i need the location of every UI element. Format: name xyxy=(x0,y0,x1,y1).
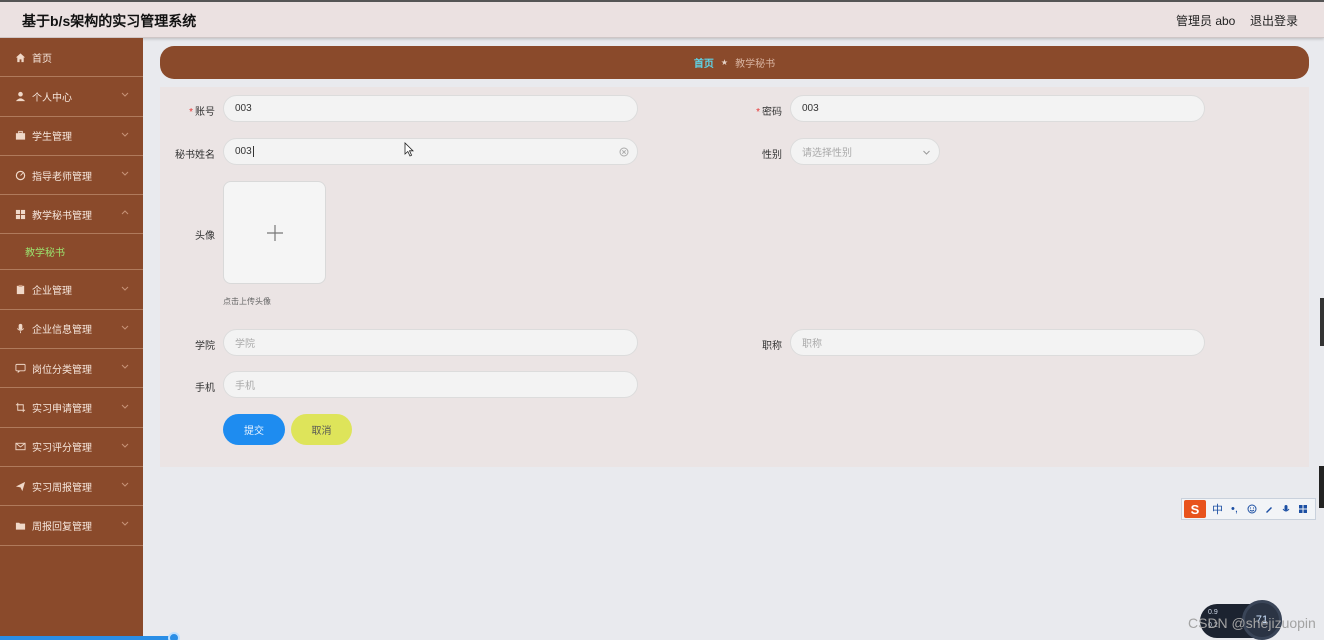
cancel-button[interactable]: 取消 xyxy=(291,414,352,445)
ime-toolbar[interactable]: S 中 •, xyxy=(1181,498,1316,520)
gender-select[interactable]: 请选择性别 xyxy=(790,138,940,165)
sidebar-item-student-management[interactable]: 学生管理 xyxy=(0,117,143,156)
password-input[interactable]: 003 xyxy=(790,95,1205,122)
microphone-icon[interactable] xyxy=(1280,503,1291,515)
college-input[interactable]: 学院 xyxy=(223,329,638,356)
chevron-down-icon xyxy=(121,170,129,181)
logout-link[interactable]: 退出登录 xyxy=(1250,12,1298,29)
sidebar-item-label: 个人中心 xyxy=(32,92,72,104)
chat-icon xyxy=(14,362,26,374)
avatar-upload-hint: 点击上传头像 xyxy=(223,297,271,306)
phone-label: 手机 xyxy=(195,383,215,394)
phone-input[interactable]: 手机 xyxy=(223,371,638,398)
crop-icon xyxy=(14,402,26,414)
submit-button[interactable]: 提交 xyxy=(223,414,285,445)
sidebar-item-label: 企业管理 xyxy=(32,286,72,298)
chevron-down-icon xyxy=(923,150,930,155)
chevron-down-icon xyxy=(121,520,129,531)
csdn-watermark: CSDN @shejizuopin xyxy=(1188,615,1316,631)
sidebar-item-label: 实习申请管理 xyxy=(32,404,92,416)
text-caret xyxy=(252,146,254,157)
sidebar-item-position-category-management[interactable]: 岗位分类管理 xyxy=(0,349,143,389)
mouse-cursor-icon xyxy=(404,142,414,157)
avatar-label: 头像 xyxy=(195,231,215,242)
app-title: 基于b/s架构的实习管理系统 xyxy=(22,13,197,29)
video-progress-knob[interactable] xyxy=(168,632,180,640)
sidebar-item-label: 周报回复管理 xyxy=(32,521,92,533)
sidebar: 首页 个人中心 学生管理 指导老师管理 教学秘书管理 教学秘书 企业管理 企业信… xyxy=(0,38,143,640)
home-icon xyxy=(14,51,26,63)
mic-icon xyxy=(14,323,26,335)
breadcrumb-separator: ★ xyxy=(720,58,729,67)
clear-icon[interactable] xyxy=(619,147,629,157)
sidebar-item-label: 岗位分类管理 xyxy=(32,364,92,376)
secretary-name-input[interactable]: 003 xyxy=(223,138,638,165)
send-icon xyxy=(14,480,26,492)
sidebar-item-label: 企业信息管理 xyxy=(32,325,92,337)
chevron-up-icon xyxy=(121,209,129,220)
dashboard-icon xyxy=(14,169,26,181)
grid-icon xyxy=(14,208,26,220)
sidebar-item-label: 实习周报管理 xyxy=(32,482,92,494)
chevron-down-icon xyxy=(121,481,129,492)
sidebar-item-report-reply-management[interactable]: 周报回复管理 xyxy=(0,506,143,546)
breadcrumb-current: 教学秘书 xyxy=(735,59,776,70)
account-label: * 账号 xyxy=(189,107,215,118)
breadcrumb: 首页 ★ 教学秘书 xyxy=(160,46,1309,79)
handwriting-icon[interactable] xyxy=(1263,503,1274,515)
sidebar-item-home[interactable]: 首页 xyxy=(0,38,143,78)
briefcase-icon xyxy=(14,130,26,142)
video-progress-bar[interactable] xyxy=(0,636,175,640)
chevron-down-icon xyxy=(121,284,129,295)
college-label: 学院 xyxy=(195,341,215,352)
toolbox-grid-icon[interactable] xyxy=(1297,503,1308,515)
secretary-name-label: 秘书姓名 xyxy=(175,150,215,161)
sidebar-item-enterprise-management[interactable]: 企业管理 xyxy=(0,270,143,310)
sidebar-item-label: 教学秘书管理 xyxy=(32,210,92,222)
sidebar-item-label: 学生管理 xyxy=(32,132,72,144)
emoji-icon[interactable] xyxy=(1246,503,1257,515)
mail-icon xyxy=(14,441,26,453)
job-title-label: 职称 xyxy=(762,341,782,352)
top-header: 基于b/s架构的实习管理系统 管理员 abo 退出登录 xyxy=(0,0,1324,38)
side-widget-handle[interactable] xyxy=(1319,466,1324,508)
password-label: * 密码 xyxy=(756,107,782,118)
sidebar-item-label: 指导老师管理 xyxy=(32,171,92,183)
sidebar-item-enterprise-info-management[interactable]: 企业信息管理 xyxy=(0,310,143,350)
plus-icon xyxy=(267,225,283,241)
sidebar-item-internship-score-management[interactable]: 实习评分管理 xyxy=(0,428,143,467)
sidebar-item-secretary-management[interactable]: 教学秘书管理 xyxy=(0,195,143,235)
chevron-down-icon xyxy=(121,441,129,452)
chevron-down-icon xyxy=(121,402,129,413)
sidebar-item-teacher-management[interactable]: 指导老师管理 xyxy=(0,156,143,196)
breadcrumb-home-link[interactable]: 首页 xyxy=(694,55,714,70)
sidebar-item-internship-application-management[interactable]: 实习申请管理 xyxy=(0,388,143,428)
sidebar-subitem-secretary[interactable]: 教学秘书 xyxy=(0,234,143,271)
clipboard-icon xyxy=(14,284,26,296)
sidebar-item-personal-center[interactable]: 个人中心 xyxy=(0,77,143,117)
sogou-logo-icon[interactable]: S xyxy=(1184,500,1206,518)
chevron-down-icon xyxy=(121,363,129,374)
ime-mode-toggle[interactable]: 中 xyxy=(1212,503,1223,516)
gender-label: 性别 xyxy=(762,150,782,161)
sidebar-item-weekly-report-management[interactable]: 实习周报管理 xyxy=(0,467,143,507)
folder-icon xyxy=(14,519,26,531)
avatar-upload[interactable] xyxy=(223,181,326,284)
admin-user-label[interactable]: 管理员 abo xyxy=(1176,12,1235,29)
page-scrollbar[interactable] xyxy=(1320,298,1324,346)
sidebar-item-label: 首页 xyxy=(32,53,52,65)
sidebar-item-label: 实习评分管理 xyxy=(32,443,92,455)
user-icon xyxy=(14,90,26,102)
job-title-input[interactable]: 职称 xyxy=(790,329,1205,356)
chevron-down-icon xyxy=(121,91,129,102)
account-input[interactable]: 003 xyxy=(223,95,638,122)
chevron-down-icon xyxy=(121,130,129,141)
ime-punct-toggle[interactable]: •, xyxy=(1229,503,1240,515)
chevron-down-icon xyxy=(121,323,129,334)
